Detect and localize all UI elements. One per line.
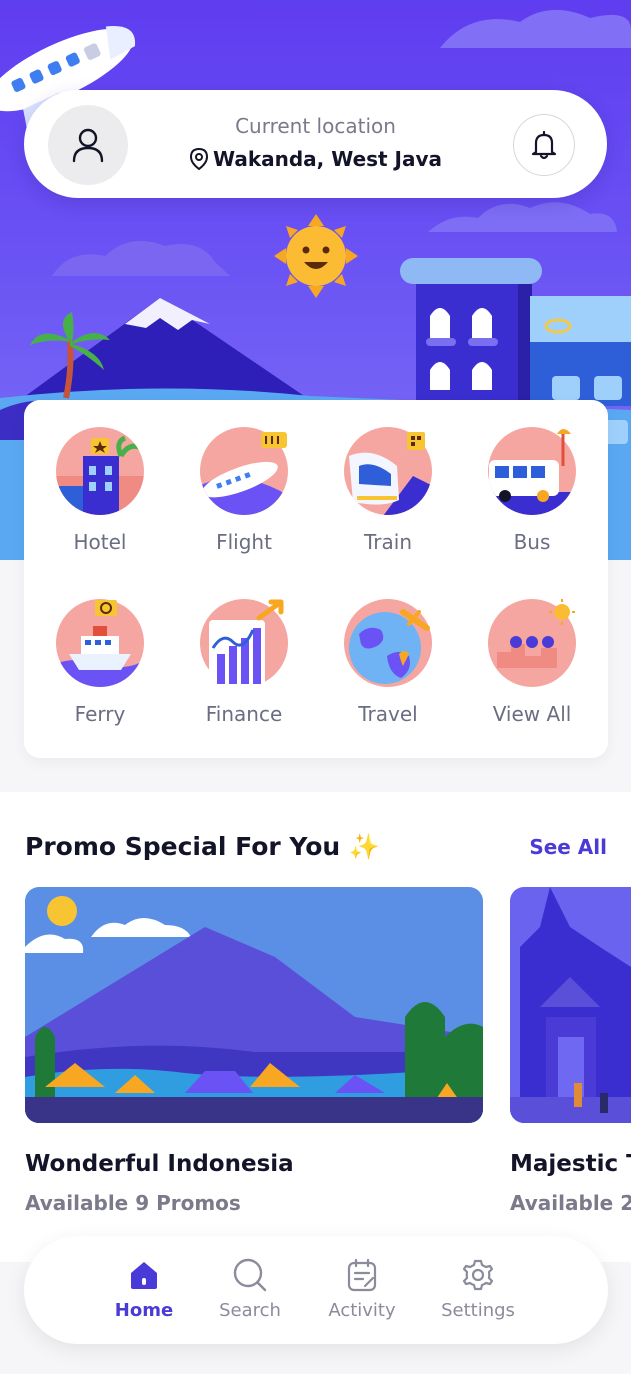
settings-icon [462,1259,494,1291]
ferry-icon [56,599,144,687]
travel-icon [344,599,432,687]
service-train[interactable]: Train [323,426,453,554]
search-icon [233,1258,267,1292]
notification-button[interactable] [513,114,575,176]
promo-title-text: Promo Special For You [25,832,341,861]
location-value-text: Wakanda, West Java [212,147,443,171]
location-card[interactable]: Current location Wakanda, West Java [24,90,607,198]
promo-card[interactable]: Wonderful Indonesia Available 9 Promos [25,887,483,1215]
bottom-navigation: Home Search Activity Settings [24,1236,608,1344]
service-bus[interactable]: Bus [467,426,597,554]
service-label: Hotel [73,530,127,554]
promo-card-count: Available 25 [510,1191,631,1215]
see-all-link[interactable]: See All [529,835,607,859]
service-label: Train [364,530,412,554]
service-label: View All [492,702,572,726]
sparkles-icon: ✨ [348,832,381,861]
finance-icon [200,599,288,688]
bus-icon [488,427,576,515]
nav-label: Search [219,1300,281,1321]
home-icon [131,1262,157,1289]
service-label: Bus [513,530,551,554]
service-finance[interactable]: Finance [179,598,309,726]
train-icon [344,427,432,515]
service-label: Ferry [74,702,126,726]
nav-search[interactable]: Search [195,1256,305,1321]
promo-image [25,887,483,1123]
nav-settings[interactable]: Settings [423,1256,533,1321]
location-pin-icon [189,147,208,171]
service-flight[interactable]: Flight [179,426,309,554]
service-travel[interactable]: Travel [323,598,453,726]
promo-section: Promo Special For You ✨ See All Wonderfu… [0,792,631,1262]
service-ferry[interactable]: Ferry [35,598,165,726]
promo-image [510,887,631,1123]
promo-card-title: Wonderful Indonesia [25,1151,294,1177]
service-hotel[interactable]: Hotel [35,426,165,554]
hotel-icon [56,427,144,515]
service-view-all[interactable]: View All [467,598,597,726]
bell-icon [531,130,557,160]
activity-icon [347,1258,377,1292]
service-label: Finance [205,702,283,726]
promo-title: Promo Special For You ✨ [25,832,380,862]
view-all-icon [488,599,576,687]
nav-label: Home [114,1300,174,1321]
service-label: Flight [216,530,272,554]
promo-card[interactable]: Majestic T Available 25 [510,887,631,1215]
promo-card-count: Available 9 Promos [25,1191,241,1215]
nav-label: Settings [441,1300,515,1321]
nav-label: Activity [328,1300,396,1321]
promo-card-title: Majestic T [510,1151,631,1177]
service-label: Travel [358,702,418,726]
flight-icon [200,427,288,515]
services-grid: Hotel Flight Train Bus Ferry Finance Tra… [24,400,608,758]
nav-home[interactable]: Home [89,1256,199,1321]
nav-activity[interactable]: Activity [307,1256,417,1321]
